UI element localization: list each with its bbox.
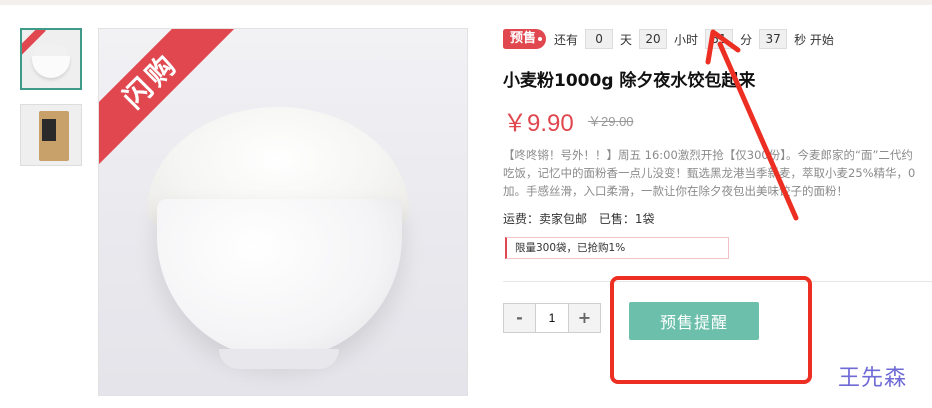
quantity-input[interactable] [535, 304, 569, 332]
limited-stock-notice: 限量300袋，已抢购1% [505, 237, 729, 259]
annotation-highlight-box [610, 276, 812, 384]
quantity-stepper: - + [503, 303, 601, 333]
countdown-minutes: 51 [705, 29, 734, 49]
main-product-image: 闪购 [98, 28, 468, 396]
original-price: ￥29.00 [588, 114, 634, 129]
author-watermark: 王先森 [838, 366, 908, 391]
countdown-seconds-unit: 秒 开始 [794, 32, 834, 47]
thumbnail-flour-bag[interactable] [20, 104, 82, 166]
thumbnail-flour-bowl[interactable] [20, 28, 82, 90]
sold-count: 已售：1袋 [598, 212, 655, 226]
thumbnail-bag-label [42, 119, 56, 141]
thumbnail-bowl-shape [32, 56, 70, 78]
top-divider-strip [0, 0, 932, 5]
product-title: 小麦粉1000g 除夕夜水饺包起来 [503, 71, 756, 91]
countdown-seconds: 37 [759, 29, 788, 49]
countdown-hours: 20 [639, 29, 668, 49]
countdown-hours-unit: 小时 [674, 32, 699, 47]
presale-tag: 预售 [503, 29, 547, 49]
description-line: 吃饭，记忆中的面粉香一点儿没变！甄选黑龙港当季新麦，萃取小麦25%精华，0 [503, 166, 916, 180]
increment-button[interactable]: + [569, 304, 600, 332]
description-line: 【咚咚锵！号外！！】周五 16:00激烈开抢【仅300份】。今麦郎家的“面”二代… [503, 148, 913, 162]
current-price: ￥9.90 [503, 110, 574, 137]
description-line: 加。手感丝滑，入口柔滑，一款让你在除夕夜包出美味饺子的面粉！ [503, 184, 848, 198]
countdown-days-unit: 天 [620, 32, 633, 47]
shipping-sold-row: 运费：卖家包邮 已售：1袋 [503, 210, 662, 227]
countdown-prefix: 还有 [554, 32, 579, 47]
white-bowl [157, 199, 402, 359]
decrement-button[interactable]: - [504, 304, 535, 332]
presale-countdown: 预售 还有 0 天 20 小时 51 分 37 秒 开始 [503, 28, 834, 50]
product-description: 【咚咚锵！号外！！】周五 16:00激烈开抢【仅300份】。今麦郎家的“面”二代… [503, 146, 932, 202]
countdown-minutes-unit: 分 [740, 32, 753, 47]
shipping-fee: 运费：卖家包邮 [503, 212, 588, 226]
countdown-days: 0 [585, 29, 614, 49]
bowl-base [219, 349, 339, 369]
